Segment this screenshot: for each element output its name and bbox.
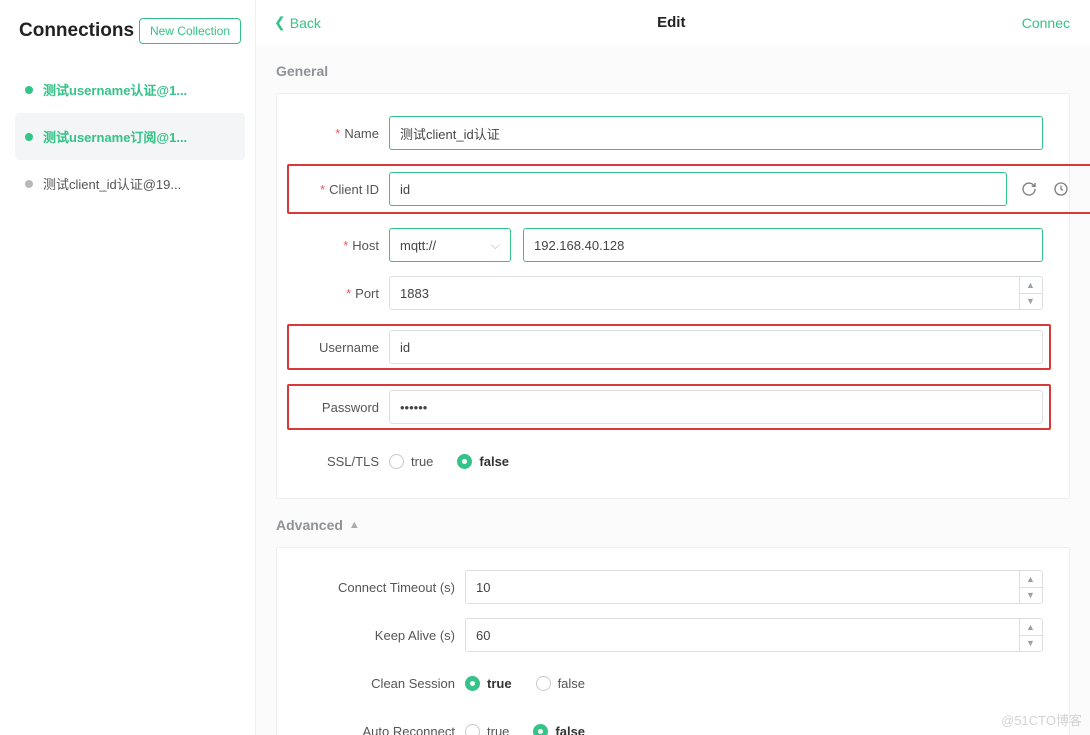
chevron-down-icon: ⌵ bbox=[491, 238, 500, 253]
status-dot-icon bbox=[25, 133, 33, 141]
auto-reconnect-label: Auto Reconnect bbox=[295, 724, 465, 735]
connection-label: 测试client_id认证@19... bbox=[43, 174, 181, 193]
auto-reconnect-true-radio[interactable]: true bbox=[465, 724, 509, 735]
port-label: *Port bbox=[295, 286, 389, 301]
clean-session-label: Clean Session bbox=[295, 676, 465, 691]
chevron-left-icon: ❮ bbox=[274, 14, 286, 31]
keep-alive-label: Keep Alive (s) bbox=[295, 628, 465, 643]
ssl-false-radio[interactable]: false bbox=[457, 454, 509, 469]
step-down[interactable]: ▼ bbox=[1019, 636, 1042, 652]
page-title: Edit bbox=[657, 14, 685, 31]
step-down[interactable]: ▼ bbox=[1019, 588, 1042, 604]
radio-label: true bbox=[411, 454, 433, 469]
back-button[interactable]: ❮ Back bbox=[274, 14, 321, 31]
step-up[interactable]: ▲ bbox=[1019, 619, 1042, 636]
connect-timeout-input[interactable] bbox=[465, 570, 1020, 604]
password-input[interactable] bbox=[389, 390, 1043, 424]
username-label: Username bbox=[295, 340, 389, 355]
ssl-label: SSL/TLS bbox=[295, 454, 389, 469]
new-collection-button[interactable]: New Collection bbox=[139, 18, 241, 44]
caret-up-icon: ▲ bbox=[349, 519, 360, 531]
connection-item[interactable]: 测试username订阅@1... bbox=[15, 113, 245, 160]
name-label: *Name bbox=[295, 126, 389, 141]
host-label: *Host bbox=[295, 238, 389, 253]
ssl-true-radio[interactable]: true bbox=[389, 454, 433, 469]
section-title-general: General bbox=[276, 45, 1070, 93]
connect-button[interactable]: Connec bbox=[1022, 15, 1070, 31]
status-dot-icon bbox=[25, 180, 33, 188]
step-up[interactable]: ▲ bbox=[1019, 571, 1042, 588]
radio-label: false bbox=[558, 676, 585, 691]
connection-list: 测试username认证@1... 测试username订阅@1... 测试cl… bbox=[15, 66, 245, 207]
refresh-icon[interactable] bbox=[1019, 179, 1039, 199]
port-step-up[interactable]: ▲ bbox=[1019, 277, 1042, 294]
clean-session-false-radio[interactable]: false bbox=[536, 676, 585, 691]
host-input[interactable] bbox=[523, 228, 1043, 262]
history-icon[interactable] bbox=[1051, 179, 1071, 199]
radio-label: false bbox=[479, 454, 509, 469]
back-label: Back bbox=[290, 15, 321, 31]
port-input[interactable] bbox=[389, 276, 1020, 310]
client-id-input[interactable] bbox=[389, 172, 1007, 206]
host-scheme-select[interactable]: mqtt:// ⌵ bbox=[389, 228, 511, 262]
connection-label: 测试username认证@1... bbox=[43, 80, 187, 99]
radio-label: false bbox=[555, 724, 585, 735]
name-input[interactable] bbox=[389, 116, 1043, 150]
connect-timeout-label: Connect Timeout (s) bbox=[295, 580, 465, 595]
host-scheme-value: mqtt:// bbox=[400, 238, 436, 253]
client-id-label: *Client ID bbox=[295, 182, 389, 197]
connection-item[interactable]: 测试username认证@1... bbox=[15, 66, 245, 113]
connections-title: Connections bbox=[19, 20, 134, 42]
section-title-advanced[interactable]: Advanced ▲ bbox=[276, 499, 1070, 547]
watermark-text: @51CTO博客 bbox=[1001, 710, 1082, 729]
keep-alive-input[interactable] bbox=[465, 618, 1020, 652]
password-label: Password bbox=[295, 400, 389, 415]
radio-label: true bbox=[487, 724, 509, 735]
auto-reconnect-false-radio[interactable]: false bbox=[533, 724, 585, 735]
port-step-down[interactable]: ▼ bbox=[1019, 294, 1042, 310]
connection-item[interactable]: 测试client_id认证@19... bbox=[15, 160, 245, 207]
radio-label: true bbox=[487, 676, 512, 691]
status-dot-icon bbox=[25, 86, 33, 94]
connection-label: 测试username订阅@1... bbox=[43, 127, 187, 146]
username-input[interactable] bbox=[389, 330, 1043, 364]
clean-session-true-radio[interactable]: true bbox=[465, 676, 512, 691]
